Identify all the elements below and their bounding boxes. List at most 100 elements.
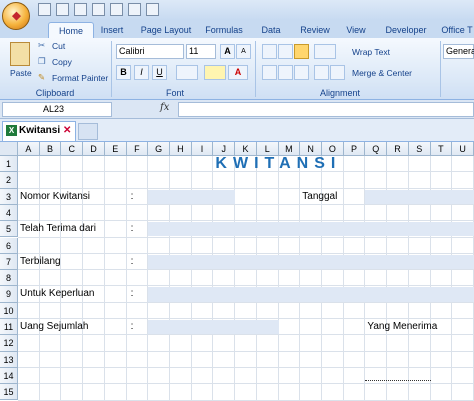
colon-label: : (130, 255, 134, 267)
new-workbook-tab-button[interactable] (78, 123, 98, 140)
row-header[interactable]: 2 (0, 172, 18, 189)
ribbon-tabs: Home Insert Page Layout Formulas Data Re… (0, 20, 474, 38)
input-area-fill[interactable] (148, 189, 236, 204)
row-header[interactable]: 12 (0, 335, 18, 352)
increase-indent-icon[interactable] (330, 65, 345, 80)
column-header[interactable]: C (61, 142, 84, 156)
column-header[interactable]: J (213, 142, 236, 156)
tab-review[interactable]: Review (298, 22, 332, 38)
tab-insert[interactable]: Insert (96, 22, 128, 38)
paste-icon[interactable] (10, 42, 30, 66)
column-header[interactable]: A (18, 142, 40, 156)
bold-button[interactable]: B (116, 65, 131, 80)
select-all-corner[interactable] (0, 142, 18, 156)
align-left-icon[interactable] (262, 65, 277, 80)
borders-icon[interactable] (176, 65, 198, 80)
column-header[interactable]: L (256, 142, 279, 156)
input-area-fill[interactable] (148, 222, 474, 237)
row-header[interactable]: 15 (0, 384, 18, 401)
row-header[interactable]: 6 (0, 237, 18, 254)
column-header[interactable]: T (430, 142, 453, 156)
close-icon[interactable]: ✕ (63, 122, 71, 140)
row-header[interactable]: 14 (0, 367, 18, 385)
save-icon[interactable] (38, 3, 51, 16)
number-format-select[interactable]: Genera (443, 44, 474, 59)
office-button[interactable]: ◆ (2, 2, 30, 30)
copy-button[interactable]: Copy (52, 57, 72, 67)
align-top-icon[interactable] (262, 44, 277, 59)
formula-input[interactable] (178, 102, 474, 117)
tab-page-layout[interactable]: Page Layout (140, 22, 192, 38)
gridline-horizontal (18, 187, 474, 189)
align-right-icon[interactable] (294, 65, 309, 80)
row-header[interactable]: 13 (0, 351, 18, 368)
row-header[interactable]: 8 (0, 270, 18, 287)
input-area-fill[interactable] (148, 287, 474, 302)
column-header[interactable]: G (148, 142, 170, 156)
input-area-fill[interactable] (148, 320, 279, 335)
insert-function-icon[interactable]: fx (160, 102, 169, 113)
cut-button[interactable]: Cut (52, 41, 65, 51)
align-center-icon[interactable] (278, 65, 293, 80)
row-header[interactable]: 11 (0, 319, 18, 336)
format-painter-button[interactable]: Format Painter (52, 73, 108, 83)
fill-color-icon[interactable] (204, 65, 226, 80)
column-header[interactable]: P (343, 142, 366, 156)
column-header[interactable]: H (170, 142, 192, 156)
shrink-font-icon[interactable]: A (236, 44, 251, 59)
print-icon[interactable] (92, 3, 105, 16)
spreadsheet-grid[interactable]: A B C D E F G H I J K L M N O P Q R S T U 1 2 3 4 5 6 7 8 9 10 11 12 13 14… (0, 142, 474, 401)
column-header[interactable]: K (235, 142, 257, 156)
decrease-indent-icon[interactable] (314, 65, 329, 80)
italic-button[interactable]: I (134, 65, 149, 80)
workbook-tab-label: Kwitansi (19, 125, 61, 136)
clipboard-group-label: Clipboard (35, 88, 75, 98)
merge-center-button[interactable]: Merge & Center (352, 68, 412, 78)
gridline-vertical (125, 156, 127, 401)
column-header[interactable]: R (387, 142, 409, 156)
tab-home[interactable]: Home (48, 22, 94, 38)
column-header[interactable]: Q (365, 142, 388, 156)
redo-icon[interactable] (74, 3, 87, 16)
column-header[interactable]: N (300, 142, 322, 156)
input-area-fill[interactable] (148, 254, 474, 270)
align-middle-icon[interactable] (278, 44, 293, 59)
tab-formulas[interactable]: Formulas (204, 22, 244, 38)
row-header[interactable]: 5 (0, 221, 18, 238)
row-header[interactable]: 9 (0, 286, 18, 303)
underline-button[interactable]: U (152, 65, 167, 80)
align-bottom-icon[interactable] (294, 44, 309, 59)
column-header[interactable]: O (322, 142, 344, 156)
align-icon[interactable] (128, 3, 141, 16)
column-header[interactable]: B (39, 142, 62, 156)
tab-data[interactable]: Data (258, 22, 284, 38)
workbook-tab-kwitansi[interactable]: X Kwitansi ✕ (2, 121, 76, 141)
row-header[interactable]: 1 (0, 156, 18, 173)
input-area-fill[interactable] (365, 189, 474, 204)
undo-icon[interactable] (56, 3, 69, 16)
column-header[interactable]: E (104, 142, 127, 156)
wrap-text-button[interactable]: Wrap Text (352, 47, 390, 57)
column-header[interactable]: F (126, 142, 149, 156)
row-header[interactable]: 3 (0, 188, 18, 205)
font-color-icon[interactable]: A (228, 65, 248, 80)
tab-developer[interactable]: Developer (384, 22, 428, 38)
column-header[interactable]: S (408, 142, 431, 156)
column-header[interactable]: I (191, 142, 214, 156)
column-header[interactable]: M (278, 142, 301, 156)
paste-button[interactable]: Paste (10, 68, 32, 78)
name-box[interactable]: AL23 (2, 102, 112, 117)
row-header[interactable]: 4 (0, 204, 18, 222)
column-header[interactable]: U (452, 142, 474, 156)
row-header[interactable]: 10 (0, 302, 18, 319)
font-name-select[interactable]: Calibri (116, 44, 184, 59)
font-size-select[interactable]: 11 (186, 44, 216, 59)
tab-view[interactable]: View (344, 22, 368, 38)
grow-font-icon[interactable]: A (220, 44, 235, 59)
row-header[interactable]: 7 (0, 253, 18, 271)
preview-icon[interactable] (110, 3, 123, 16)
orientation-icon[interactable] (314, 44, 336, 59)
tab-office-tab[interactable]: Office T (440, 22, 474, 38)
customize-qat-icon[interactable] (146, 3, 159, 16)
column-header[interactable]: D (83, 142, 105, 156)
